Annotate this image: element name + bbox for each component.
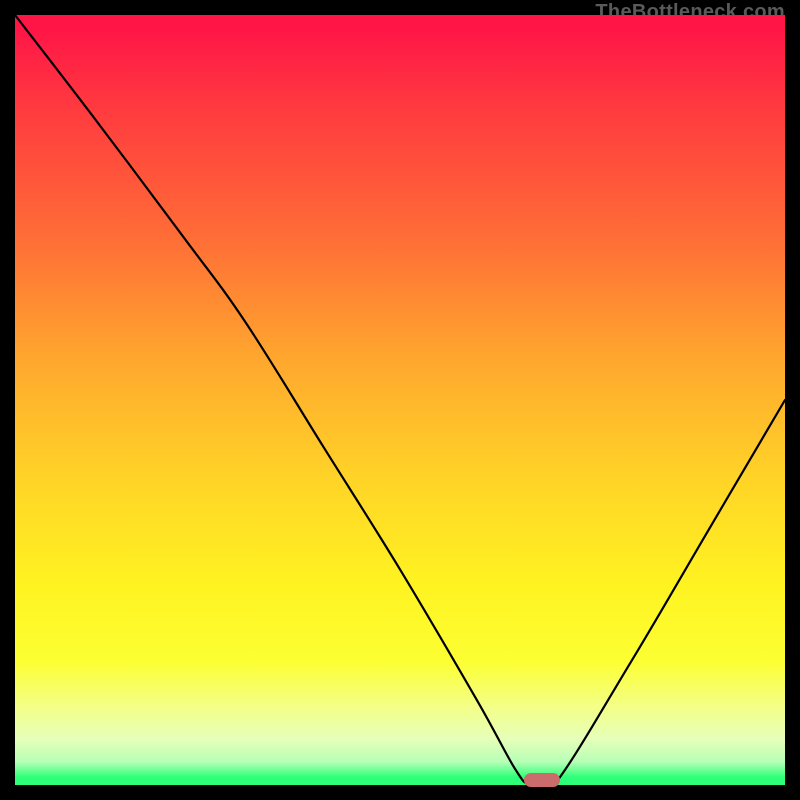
optimum-marker (524, 773, 560, 787)
chart-frame: TheBottleneck.com (15, 15, 785, 785)
curve-path (15, 15, 785, 785)
chart-line (15, 15, 785, 785)
